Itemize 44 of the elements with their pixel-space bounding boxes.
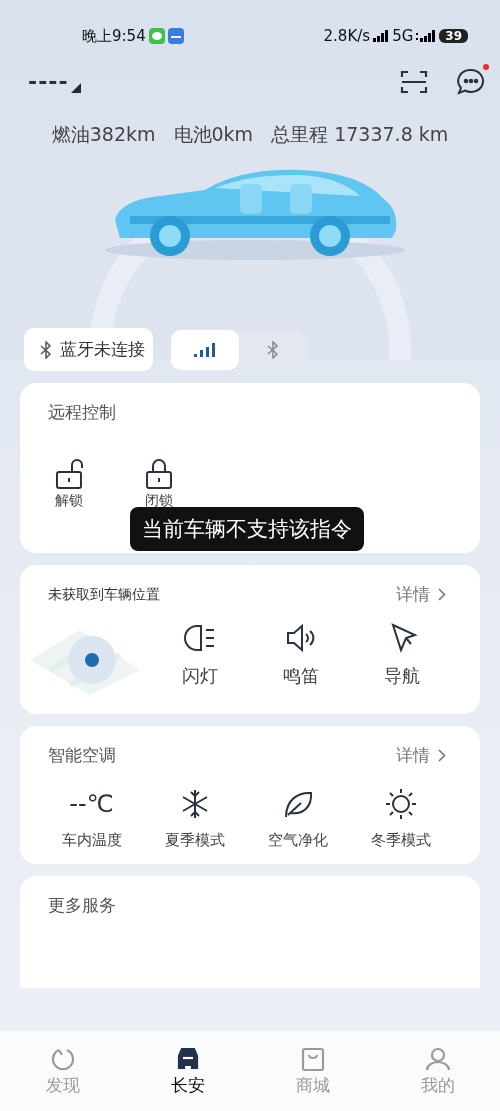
unlocked-padlock-icon	[54, 458, 84, 490]
bluetooth-icon	[267, 340, 279, 359]
sun-icon	[383, 787, 418, 821]
card-title: 未获取到车辆位置	[48, 585, 160, 604]
vehicle-action-button[interactable]: 鸣笛	[250, 622, 352, 688]
lock-button[interactable]: 解锁	[54, 458, 84, 510]
card-title: 更多服务	[48, 894, 116, 917]
signal-icon	[194, 342, 216, 357]
mileage-text: 燃油382km	[51, 122, 156, 147]
network-type: 5G	[392, 27, 414, 45]
toast-message: 当前车辆不支持该指令	[130, 507, 364, 551]
padlock-icon	[144, 458, 174, 490]
battery-level: 39	[439, 29, 468, 43]
message-app-icon	[148, 28, 165, 44]
card-title: 智能空调	[48, 744, 116, 767]
signal-icon	[416, 30, 437, 42]
app-icon	[167, 28, 184, 44]
details-link[interactable]: 详情	[396, 744, 446, 767]
mileage-text: 电池0km	[173, 122, 254, 147]
signal-icon	[373, 30, 390, 42]
bluetooth-status[interactable]: 蓝牙未连接	[24, 328, 153, 371]
card-title: 远程控制	[48, 401, 116, 424]
scan-icon[interactable]	[400, 69, 428, 95]
connection-mode-tab[interactable]	[171, 329, 239, 370]
climate-button[interactable]: 空气净化	[246, 787, 349, 850]
status-time: 晚上9:54	[82, 26, 146, 46]
network-speed: 2.8K/s	[323, 27, 371, 45]
climate-button[interactable]: 夏季模式	[143, 787, 246, 850]
vehicle-name[interactable]: ----	[28, 71, 69, 93]
mileage-text: 总里程 17337.8 km	[271, 122, 449, 147]
nav-tab[interactable]: 长安	[125, 1045, 250, 1097]
dropdown-icon[interactable]	[70, 83, 81, 93]
lock-button[interactable]: 闭锁	[144, 458, 174, 510]
message-button[interactable]	[456, 67, 486, 97]
person-icon	[423, 1045, 452, 1072]
vehicle-action-button[interactable]: 闪灯	[150, 622, 251, 688]
chevron-icon	[438, 588, 446, 601]
vehicle-action-button[interactable]: 导航	[351, 622, 452, 688]
climate-button[interactable]: 冬季模式	[349, 787, 452, 850]
climate-button[interactable]: --℃ 车内温度	[40, 787, 143, 850]
bluetooth-icon	[40, 340, 52, 359]
chevron-icon	[438, 749, 446, 762]
details-link[interactable]: 详情	[396, 583, 446, 606]
notification-dot	[483, 64, 489, 70]
